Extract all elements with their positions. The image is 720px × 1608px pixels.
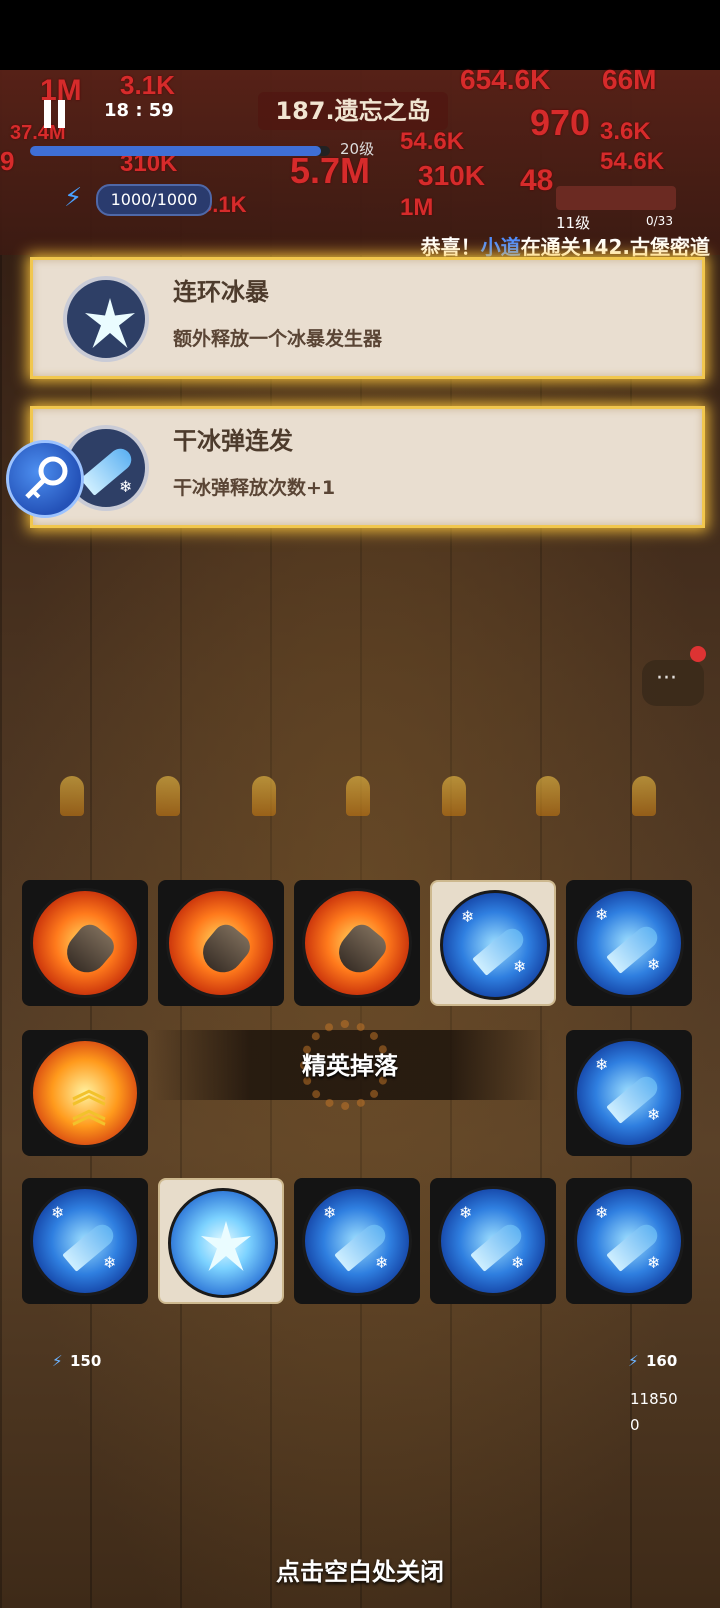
skill-choice-card-1[interactable]: 连环冰暴 额外释放一个冰暴发生器 [30,257,705,379]
turret-flame [632,776,656,816]
secondary-value: 0 [630,1416,640,1434]
pause-icon[interactable] [44,100,68,128]
energy-counter: 1000/1000 [96,184,212,216]
damage-number: 970 [530,102,591,143]
ice-missile-icon: ❄ ❄ [440,890,550,1000]
left-energy-value: 150 [70,1352,102,1370]
ice-missile-icon: ❄ ❄ [574,1038,684,1148]
skill-description: 干冰弹释放次数+1 [173,477,336,499]
fire-bullet-icon [30,888,140,998]
right-energy-value: 160 [646,1352,678,1370]
skill-slot-fire-bullet[interactable] [158,880,284,1006]
skill-slot-ice-missile[interactable]: ❄ ❄ [566,1178,692,1304]
magnifier-key-icon[interactable] [6,440,84,518]
turret-flame [442,776,466,816]
ice-missile-icon: ❄ ❄ [574,888,684,998]
ice-missile-icon: ❄ ❄ [302,1186,412,1296]
ice-missile-icon: ❄ ❄ [438,1186,548,1296]
skill-slot-armor-upgrade[interactable]: ︽ ︽ [22,1030,148,1156]
tap-to-close-hint[interactable]: 点击空白处关闭 [0,1552,720,1587]
skill-slot-ice-missile[interactable]: ❄ ❄ [430,1178,556,1304]
damage-number: 1M [400,194,434,221]
turret-flame [536,776,560,816]
skill-slot-ice-missile[interactable]: ❄ ❄ [294,1178,420,1304]
damage-number: 66M [602,64,657,95]
level-count: 0/33 [646,214,673,228]
damage-number: 654.6K [460,64,551,95]
skill-choice-card-2[interactable]: ❄ 干冰弹连发 干冰弹释放次数+1 [30,406,705,528]
skill-slot-fire-bullet[interactable] [294,880,420,1006]
notification-dot [690,646,706,662]
damage-number: 54.6K [400,128,465,155]
lightning-icon: ⚡ [628,1352,639,1370]
damage-number: 3.1K [120,70,175,100]
turret-flame [156,776,180,816]
elite-drop-label: 精英掉落 [302,1052,398,1080]
ice-crystal-icon [168,1188,278,1298]
wave-label: 20级 [340,140,375,158]
armor-upgrade-icon: ︽ ︽ [30,1038,140,1148]
skill-slot-ice-missile[interactable]: ❄ ❄ [566,1030,692,1156]
ice-missile-icon: ❄ ❄ [574,1186,684,1296]
skill-description: 额外释放一个冰暴发生器 [173,328,383,350]
wave-progress-fill [30,146,321,156]
fire-bullet-icon [166,888,276,998]
skill-slot-ice-crystal-selected[interactable] [158,1178,284,1304]
turret-flame [252,776,276,816]
damage-number: 9 [0,146,15,176]
fire-bullet-icon [302,888,412,998]
skill-name: 连环冰暴 [173,278,269,306]
ice-crystal-icon [63,276,149,362]
announcement-player: 小道 [480,235,521,259]
announcement-suffix: 在通关142.古堡密道 [520,235,710,259]
chat-bubble-icon[interactable] [642,660,704,706]
skill-slot-fire-bullet[interactable] [22,880,148,1006]
score-value: 11850 [630,1390,678,1408]
level-bar [556,186,676,210]
stage-title: 187.遗忘之岛 [258,92,448,130]
skill-name: 干冰弹连发 [173,427,293,455]
skill-slot-ice-missile-selected[interactable]: ❄ ❄ [430,880,556,1006]
skill-slot-ice-missile[interactable]: ❄ ❄ [22,1178,148,1304]
status-bar-area [0,0,720,70]
lightning-icon: ⚡ [64,183,83,213]
wave-progress-bar [30,146,330,156]
ice-missile-icon: ❄ ❄ [30,1186,140,1296]
announcement-prefix: 恭喜！ [420,235,481,259]
damage-number: 48 [520,164,554,197]
damage-number: 310K [418,160,485,191]
skill-slot-ice-missile[interactable]: ❄ ❄ [566,880,692,1006]
turret-flame [60,776,84,816]
damage-number: 54.6K [600,148,665,175]
damage-number: 3.6K [600,118,651,145]
turret-flame [346,776,370,816]
lightning-icon: ⚡ [52,1352,63,1370]
game-timer: 18 : 59 [104,100,174,121]
